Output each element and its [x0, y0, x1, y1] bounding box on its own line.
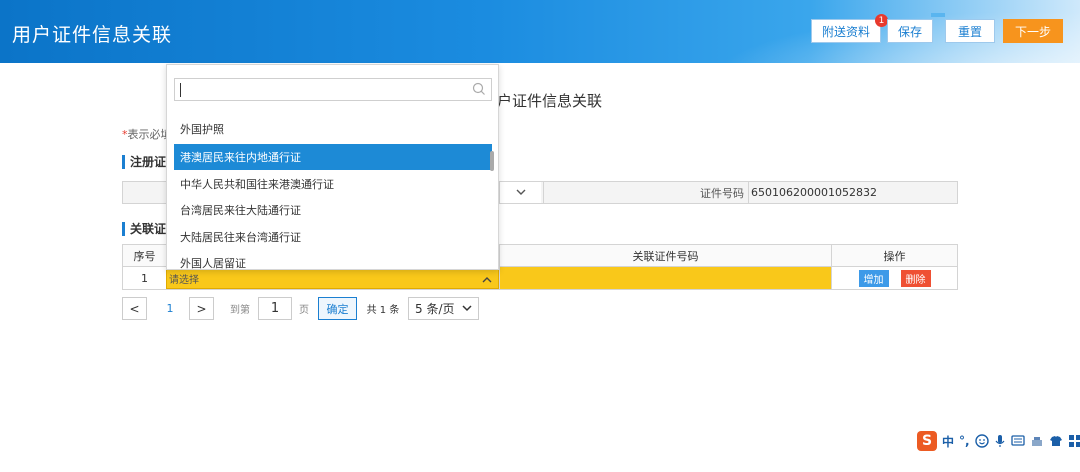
dropdown-scrollbar[interactable]: [490, 151, 494, 171]
skin-shirt-icon[interactable]: [1049, 434, 1063, 448]
form-title: 户证件信息关联: [497, 92, 603, 110]
required-note-text: 表示必填: [127, 128, 172, 141]
row-operations: 增加 删除: [832, 267, 957, 289]
dropdown-search-input[interactable]: [174, 78, 492, 101]
reset-button[interactable]: 重置: [945, 19, 995, 43]
dropdown-option-selected[interactable]: 港澳居民来往内地通行证: [174, 144, 492, 170]
dropdown-option[interactable]: 大陆居民往来台湾通行证: [174, 224, 492, 250]
required-note: *表示必填: [122, 126, 172, 142]
next-step-button[interactable]: 下一步: [1003, 19, 1063, 43]
col-header-related-number: 关联证件号码: [500, 245, 832, 267]
goto-label: 到第: [230, 305, 250, 316]
row-index: 1: [123, 267, 167, 289]
dropdown-option[interactable]: 台湾居民来往大陆通行证: [174, 197, 492, 223]
ime-punctuation-toggle[interactable]: °,: [959, 434, 970, 448]
page-size-select[interactable]: 5 条/页: [408, 297, 479, 320]
goto-confirm-button[interactable]: 确定: [318, 297, 357, 320]
cert-type-select[interactable]: [499, 182, 541, 203]
col-header-operation: 操作: [832, 245, 957, 267]
chevron-down-icon: [516, 189, 525, 195]
prev-page-button[interactable]: <: [122, 297, 147, 320]
microphone-icon[interactable]: [994, 434, 1006, 448]
emoji-icon[interactable]: [974, 434, 989, 448]
page-label: 页: [299, 305, 309, 316]
chevron-down-icon: [462, 305, 472, 312]
keyboard-icon[interactable]: [1010, 435, 1025, 447]
ime-toolbar: S 中 °,: [917, 430, 1080, 452]
delete-row-button[interactable]: 删除: [900, 269, 931, 287]
search-icon: [472, 82, 485, 95]
cert-type-dropdown: 外国护照 港澳居民来往内地通行证 中华人民共和国往来港澳通行证 台湾居民来往大陆…: [166, 64, 499, 270]
cert-number-value: 650106200001052832: [749, 182, 957, 203]
total-count: 共 1 条: [366, 305, 400, 316]
col-header-index: 序号: [123, 245, 167, 267]
goto-page-input[interactable]: 1: [258, 297, 292, 320]
cert-number-label: 证件号码: [543, 182, 749, 203]
cert-type-dropdown-trigger[interactable]: 请选择: [166, 268, 499, 289]
text-cursor: [180, 83, 181, 97]
attach-materials-button[interactable]: 附送资料: [811, 19, 881, 43]
save-button[interactable]: 保存: [887, 19, 933, 43]
page-number-1[interactable]: 1: [160, 297, 180, 320]
page-size-value: 5 条/页: [415, 302, 455, 316]
page-header: 用户证件信息关联 附送资料 1 保存 重置 下一步: [0, 0, 1080, 63]
toolbox-icon[interactable]: [1030, 434, 1044, 448]
page-title: 用户证件信息关联: [12, 24, 173, 46]
ime-mode-toggle[interactable]: 中: [942, 433, 954, 450]
select-placeholder: 请选择: [169, 275, 199, 286]
next-page-button[interactable]: >: [189, 297, 214, 320]
dropdown-option[interactable]: 外国人居留证: [174, 250, 492, 269]
header-mark: [931, 13, 945, 17]
ime-logo-icon[interactable]: S: [917, 431, 937, 451]
dropdown-option[interactable]: 中华人民共和国往来港澳通行证: [174, 171, 492, 197]
related-number-input[interactable]: [500, 267, 832, 289]
menu-grid-icon[interactable]: [1068, 434, 1080, 448]
dropdown-option[interactable]: 外国护照: [174, 116, 492, 142]
add-row-button[interactable]: 增加: [858, 269, 889, 287]
chevron-up-icon: [482, 277, 492, 283]
